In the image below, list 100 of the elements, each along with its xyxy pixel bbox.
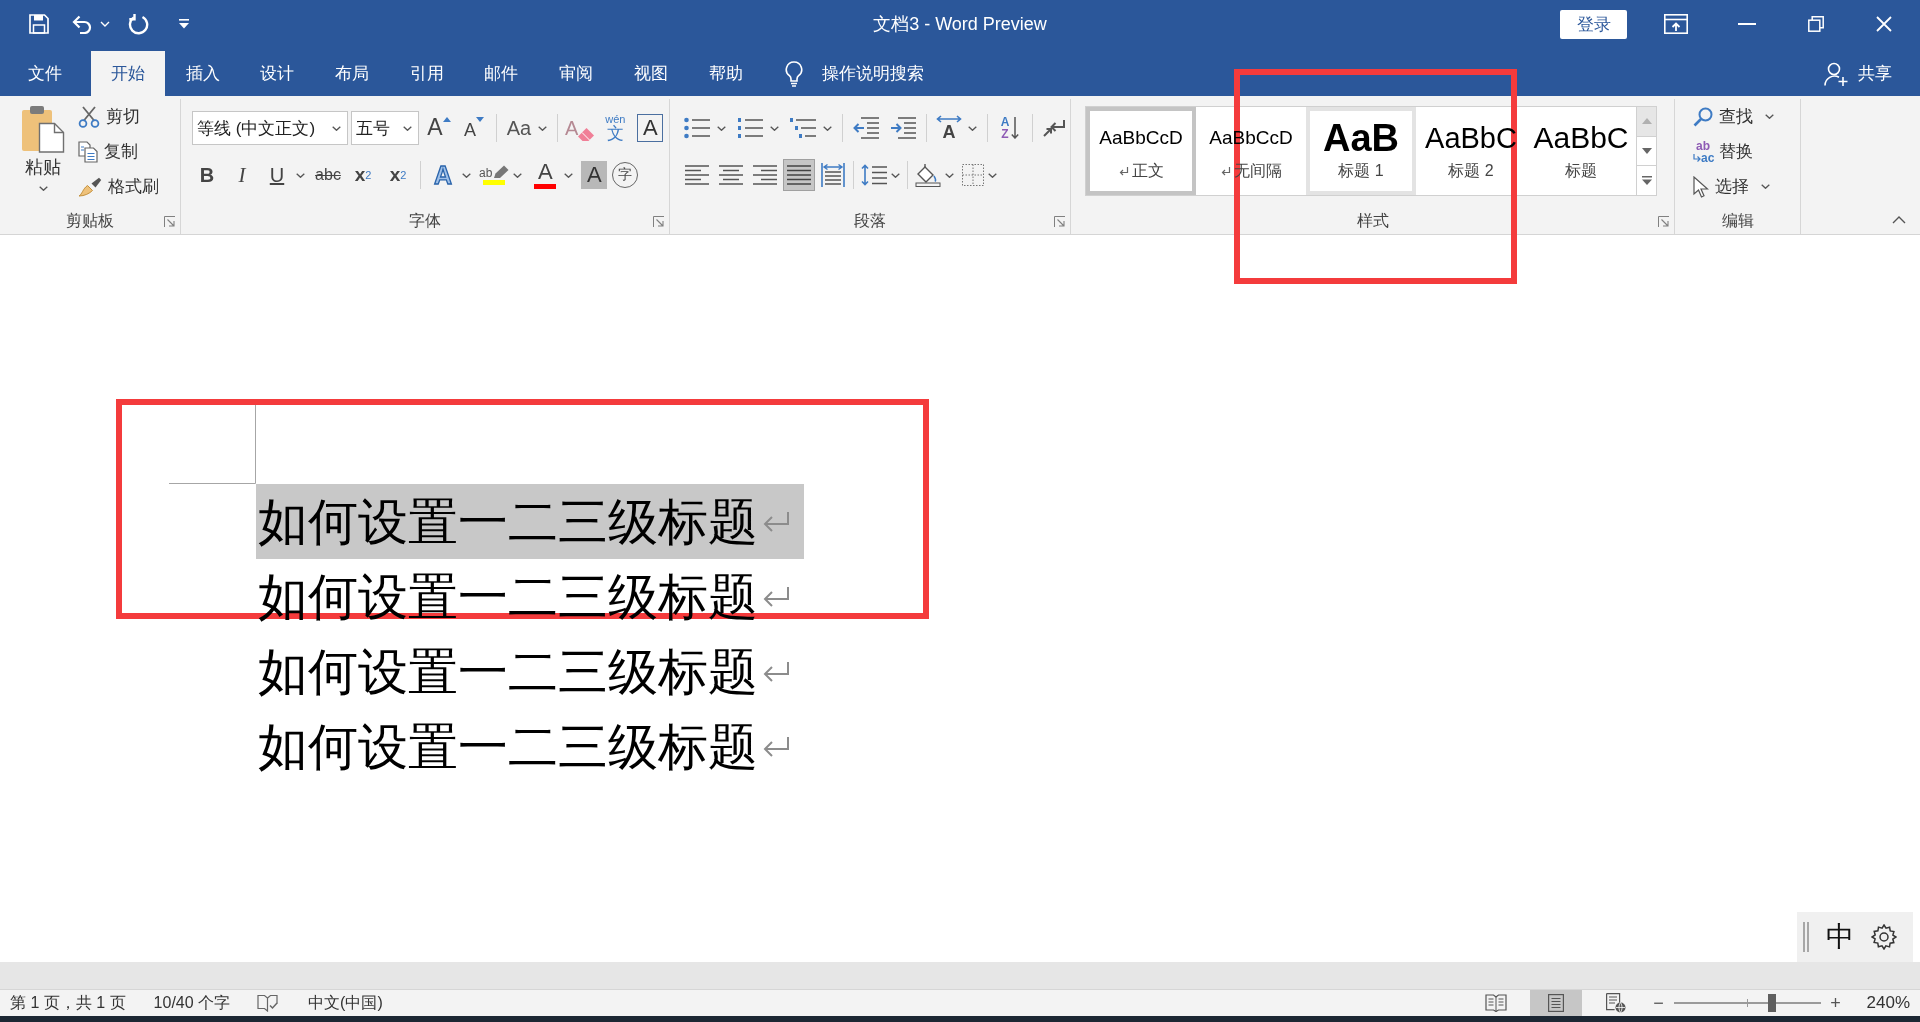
caret-icon[interactable] [296,172,305,178]
ribbon-tab[interactable]: 审阅 [538,51,614,96]
decrease-indent-icon[interactable] [853,117,879,139]
highlight-button[interactable]: ab [479,159,510,191]
book-check-icon[interactable] [257,994,280,1012]
slider-thumb[interactable] [1768,994,1776,1012]
italic-button[interactable]: I [227,159,257,191]
redo-icon[interactable] [127,13,149,35]
caret-icon[interactable] [538,125,547,131]
ribbon-tab[interactable]: 文件 [8,51,83,96]
dialog-launcher-icon[interactable] [653,216,664,227]
share-button[interactable]: 共享 [1824,51,1892,96]
customize-toolbar-icon[interactable] [178,19,190,29]
font-color-button[interactable]: A [530,159,561,191]
zoom-out-button[interactable]: − [1651,994,1666,1012]
style-item[interactable]: AaB 标题 1 [1306,107,1416,195]
double-arrow-icon [936,115,962,123]
arrows-icon[interactable] [1043,119,1065,137]
underline-button[interactable]: U [262,159,292,191]
bulleted-list-icon[interactable] [684,117,710,139]
sign-in-button[interactable]: 登录 [1560,9,1627,39]
dialog-launcher-icon[interactable] [1658,216,1669,227]
phonetic-guide-button[interactable]: wén 文 [600,112,631,144]
ribbon-tab[interactable]: 视图 [613,51,689,96]
caret-icon[interactable] [823,125,832,131]
dialog-launcher-icon[interactable] [164,216,175,227]
caret-icon[interactable] [564,172,574,178]
borders-icon[interactable] [962,164,984,186]
paragraph-mark-icon [762,510,790,533]
grip-icon[interactable] [1803,922,1809,952]
dialog-launcher-icon[interactable] [1054,216,1065,227]
ribbon-tab[interactable]: 邮件 [464,51,539,96]
font-size-dropdown[interactable]: 五号 [351,111,419,145]
copy-button[interactable]: 复制 [78,134,138,169]
bent-arrow-icon [1693,153,1701,162]
ribbon-display-icon[interactable] [1664,14,1688,34]
save-icon[interactable] [29,14,49,34]
ribbon-tab[interactable]: 布局 [314,51,390,96]
marker-icon [493,165,510,179]
find-button[interactable]: 查找 [1693,99,1774,134]
character-shading-button[interactable]: A [581,161,608,189]
collapse-ribbon-icon[interactable] [1892,216,1906,224]
zoom-level[interactable]: 240% [1866,993,1910,1013]
style-item[interactable]: AaBbC 标题 [1526,107,1636,195]
group-label: 段落 [854,211,886,231]
align-right-icon [753,165,777,185]
caret-icon[interactable] [968,125,977,131]
close-icon[interactable] [1876,16,1892,32]
increase-indent-icon[interactable] [890,117,916,139]
strikethrough-button[interactable]: abc [313,159,343,191]
ribbon-tab[interactable]: 设计 [240,51,315,96]
line-spacing-icon[interactable] [861,164,887,186]
down-triangle-icon [1641,148,1652,154]
select-button[interactable]: 选择 [1693,169,1770,204]
character-border-button[interactable]: A [637,114,664,142]
group-label: 样式 [1356,211,1389,231]
change-case-button[interactable]: Aa [504,112,534,144]
paste-button[interactable]: 粘贴 [14,99,72,191]
ribbon-tab[interactable]: 开始 [90,51,166,96]
caret-icon[interactable] [770,125,779,131]
ribbon-tab[interactable]: 插入 [165,51,241,96]
restore-icon[interactable] [1808,16,1824,32]
document-text: 如何设置一二三级标题 [258,571,758,622]
person-add-icon [1824,61,1848,86]
caret-icon[interactable] [717,125,726,131]
sort-button[interactable]: A Z [995,112,1025,144]
document-text: 如何设置一二三级标题 [258,721,758,772]
up-triangle-icon [442,117,451,122]
print-layout-button[interactable] [1529,990,1582,1016]
paint-bucket-icon[interactable] [915,163,941,187]
zoom-in-button[interactable]: + [1828,994,1843,1012]
input-mode-button[interactable]: 中 [1826,923,1854,951]
style-item[interactable]: AaBbCcD 正文 [1086,107,1196,195]
language-indicator[interactable]: 中文(中国) [308,992,383,1014]
ribbon-tab[interactable]: 引用 [389,51,465,96]
copy-icon [78,140,98,163]
ribbon-tab[interactable]: 帮助 [688,51,763,96]
cut-button[interactable]: 剪切 [78,99,140,134]
numbered-list-icon[interactable] [737,117,763,139]
multilevel-list-icon[interactable] [790,117,816,139]
undo-icon[interactable] [71,14,93,34]
justify-button[interactable] [783,159,815,191]
cursor-icon [1693,175,1709,198]
settings-icon[interactable] [1871,924,1897,950]
caret-icon[interactable] [945,172,954,178]
asian-layout-button[interactable]: A [934,112,964,144]
caret-icon[interactable] [462,172,471,178]
caret-icon[interactable] [988,172,997,178]
tell-me-search[interactable]: 操作说明搜索 [784,51,924,96]
font-name-dropdown[interactable]: 等线 (中文正文) [192,111,348,145]
bold-button[interactable]: B [192,159,222,191]
group-label: 剪贴板 [66,211,114,231]
caret-icon[interactable] [891,172,900,178]
grow-font-button[interactable]: A [424,112,454,144]
caret-icon[interactable] [513,172,523,178]
format-painter-button[interactable]: 格式刷 [78,169,159,204]
clipboard-icon [21,105,65,153]
align-center-icon [719,165,743,185]
shrink-font-button[interactable]: A [459,112,489,144]
superscript-button[interactable]: x$^{2}$ [383,159,413,191]
